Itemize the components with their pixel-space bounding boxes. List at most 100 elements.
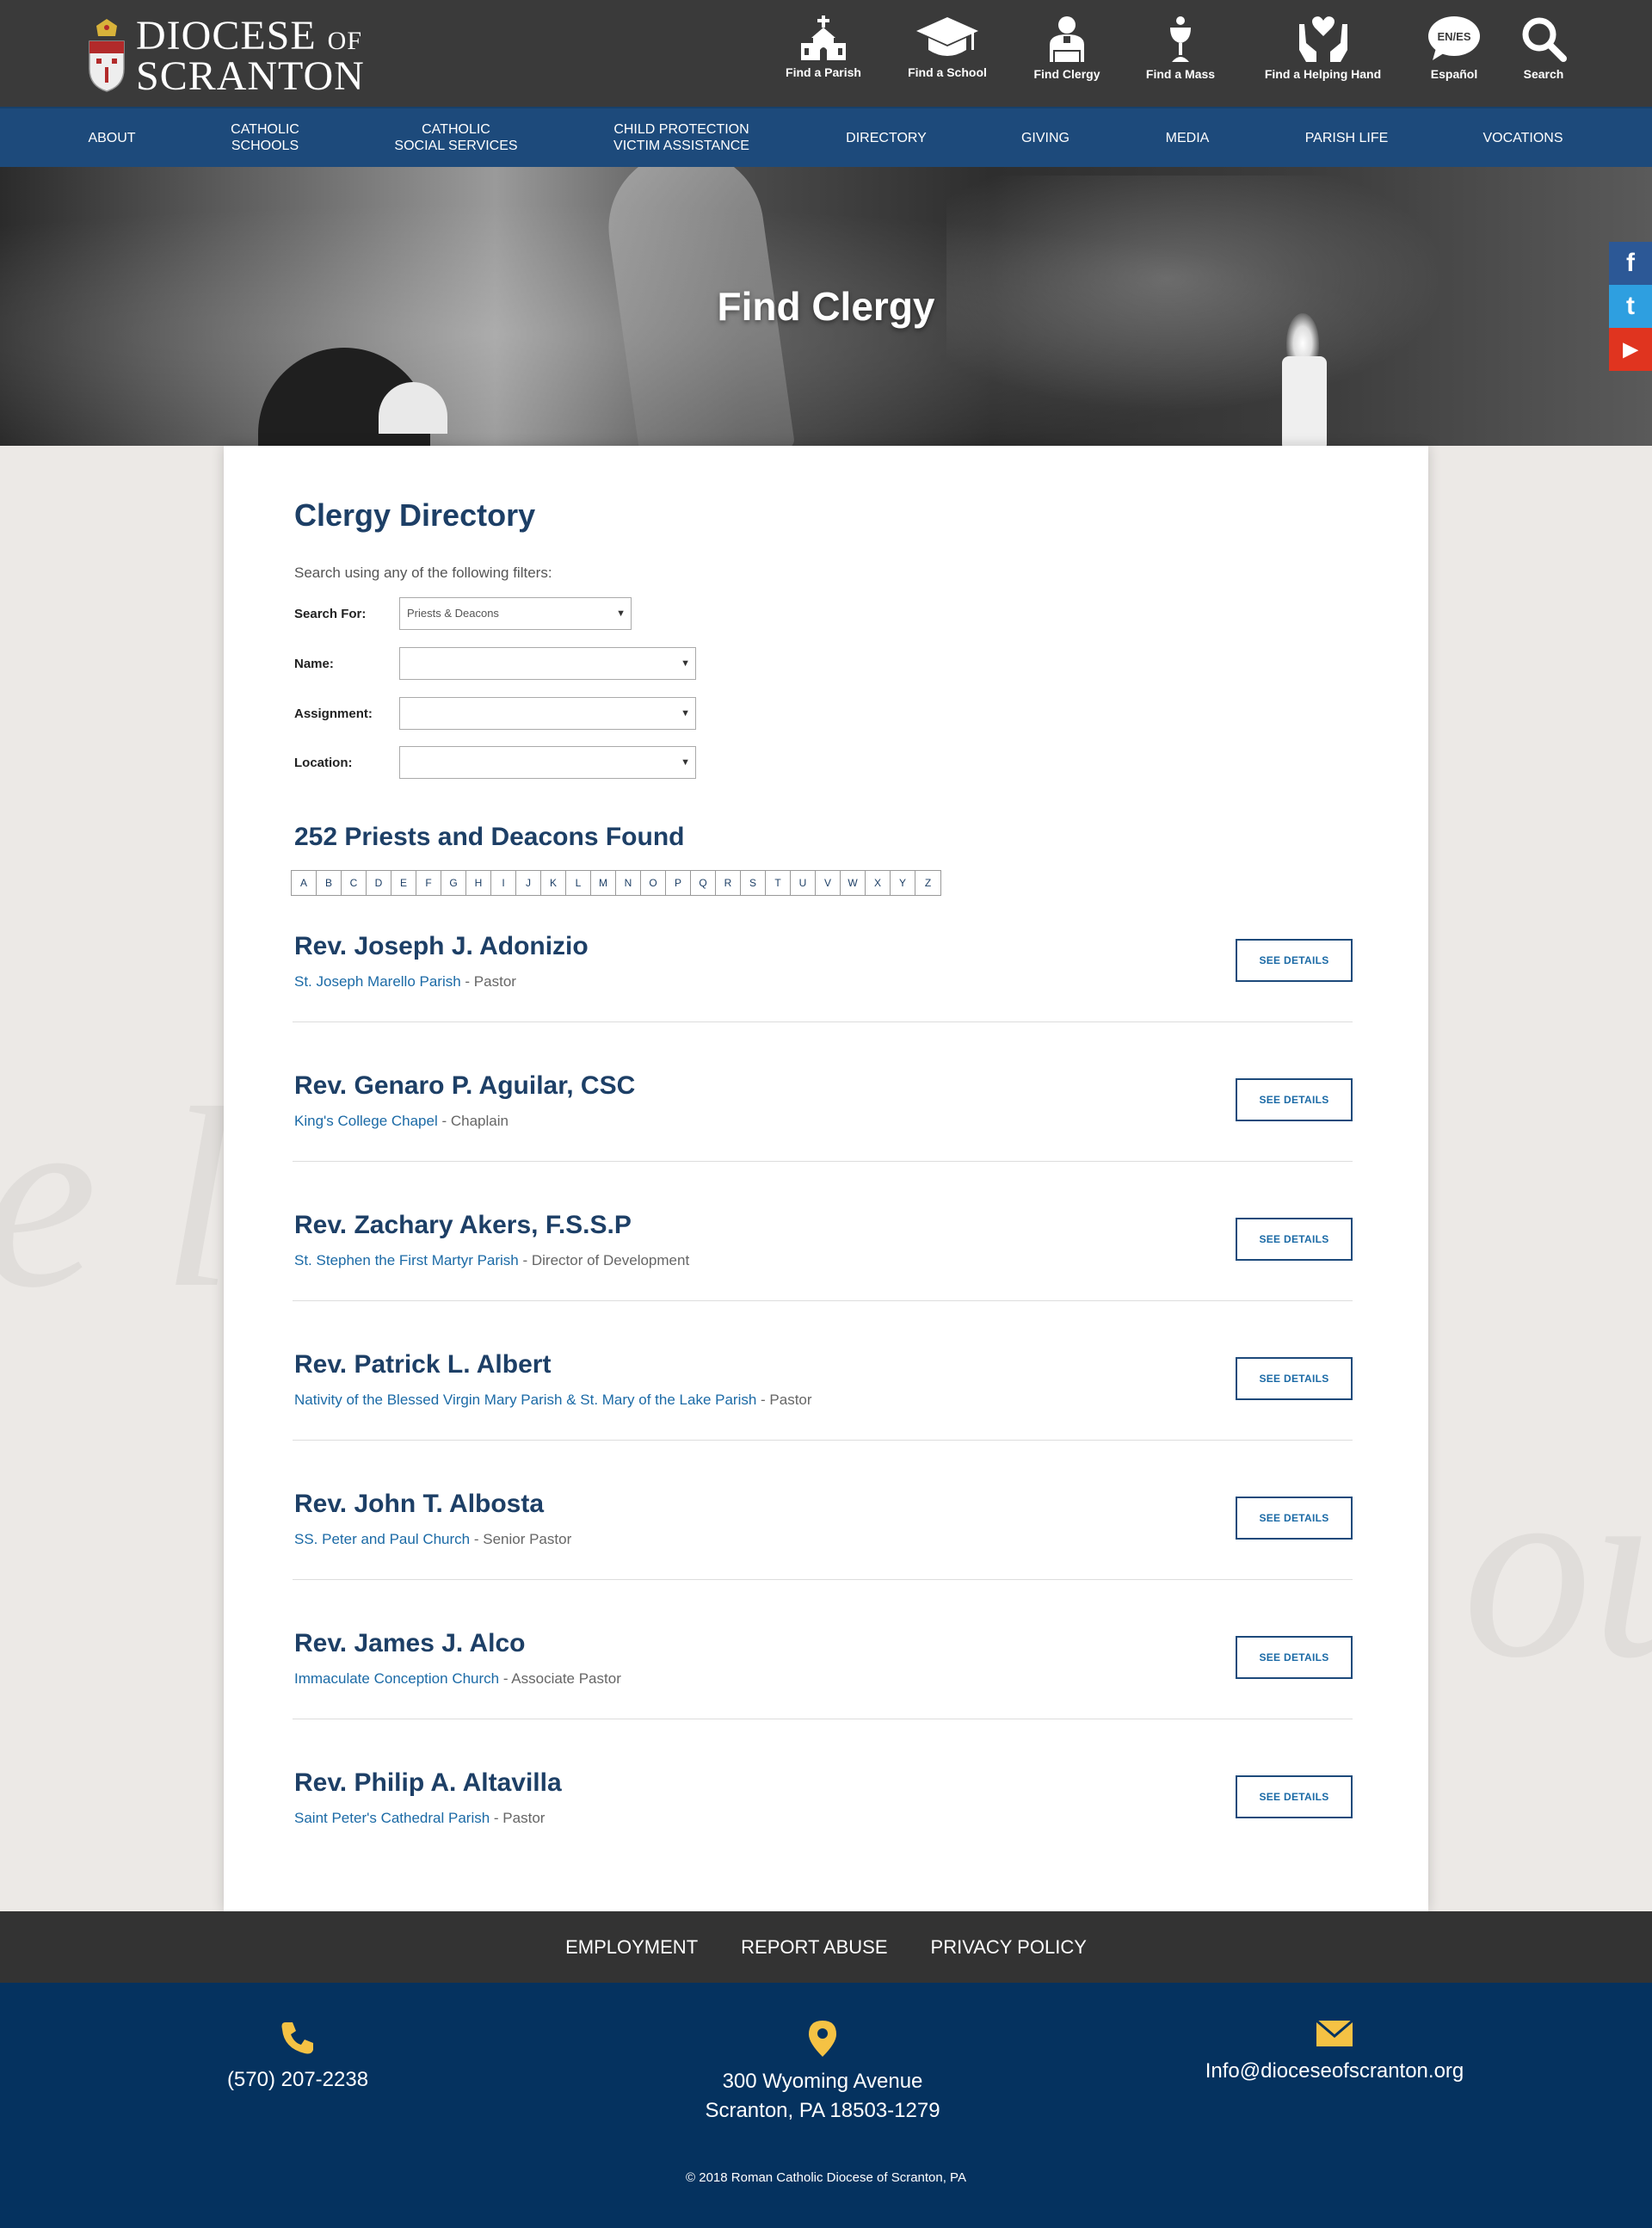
quick-nav-find-school[interactable]: Find a School xyxy=(896,15,999,79)
clergy-name: Rev. John T. Albosta xyxy=(294,1490,545,1518)
filter-label: Search For: xyxy=(294,606,367,621)
clergy-list-item: Rev. Joseph J. Adonizio St. Joseph Marel… xyxy=(293,932,1353,1071)
clergy-assignment-link[interactable]: St. Joseph Marello Parish xyxy=(294,973,461,990)
quick-nav-find-parish[interactable]: Find a Parish xyxy=(780,15,866,79)
footer-link-report-abuse[interactable]: REPORT ABUSE xyxy=(741,1936,887,1959)
nav-item-catholic-social-services[interactable]: CATHOLIC SOCIAL SERVICES xyxy=(370,108,542,167)
assignment-select[interactable]: ▼ xyxy=(399,697,696,730)
letter-v[interactable]: V xyxy=(816,871,841,895)
clergy-role: - Associate Pastor xyxy=(499,1670,621,1687)
footer-link-privacy-policy[interactable]: PRIVACY POLICY xyxy=(931,1936,1087,1959)
address-line2: Scranton, PA 18503-1279 xyxy=(705,2099,940,2122)
nav-item-parish-life[interactable]: PARISH LIFE xyxy=(1282,108,1411,167)
letter-k[interactable]: K xyxy=(541,871,566,895)
see-details-button[interactable]: SEE DETAILS xyxy=(1236,1497,1353,1540)
letter-o[interactable]: O xyxy=(641,871,666,895)
see-details-button[interactable]: SEE DETAILS xyxy=(1236,1218,1353,1261)
clergy-name: Rev. Joseph J. Adonizio xyxy=(294,932,589,960)
letter-u[interactable]: U xyxy=(791,871,816,895)
clergy-name: Rev. Zachary Akers, F.S.S.P xyxy=(294,1211,632,1239)
letter-c[interactable]: C xyxy=(342,871,367,895)
see-details-button[interactable]: SEE DETAILS xyxy=(1236,1775,1353,1818)
nav-item-directory[interactable]: DIRECTORY xyxy=(826,108,946,167)
nav-item-vocations[interactable]: VOCATIONS xyxy=(1463,108,1583,167)
clergy-list-item: Rev. John T. Albosta SS. Peter and Paul … xyxy=(293,1490,1353,1629)
footer-link-employment[interactable]: EMPLOYMENT xyxy=(565,1936,698,1959)
quick-nav-find-mass[interactable]: Find a Mass xyxy=(1137,15,1224,81)
clergy-name: Rev. Philip A. Altavilla xyxy=(294,1768,562,1797)
see-details-button[interactable]: SEE DETAILS xyxy=(1236,939,1353,982)
clergy-assignment-link[interactable]: Saint Peter's Cathedral Parish xyxy=(294,1810,490,1826)
letter-g[interactable]: G xyxy=(441,871,466,895)
letter-d[interactable]: D xyxy=(367,871,391,895)
letter-s[interactable]: S xyxy=(741,871,766,895)
footer-links: EMPLOYMENT REPORT ABUSE PRIVACY POLICY xyxy=(0,1911,1652,1983)
clergy-role: - Senior Pastor xyxy=(470,1531,572,1547)
chevron-down-icon: ▼ xyxy=(616,608,626,619)
name-select[interactable]: ▼ xyxy=(399,647,696,680)
phone-link[interactable]: (570) 207-2238 xyxy=(83,2065,513,2095)
divider xyxy=(293,1300,1353,1301)
quick-nav-label: Find a School xyxy=(908,65,987,79)
divider xyxy=(293,1579,1353,1580)
letter-e[interactable]: E xyxy=(391,871,416,895)
letter-j[interactable]: J xyxy=(516,871,541,895)
site-footer: (570) 207-2238 300 Wyoming Avenue Scrant… xyxy=(0,1983,1652,2228)
hero-banner: Find Clergy xyxy=(0,167,1652,446)
letter-p[interactable]: P xyxy=(666,871,691,895)
letter-y[interactable]: Y xyxy=(891,871,915,895)
quick-nav-find-helping-hand[interactable]: Find a Helping Hand xyxy=(1252,15,1394,81)
clergy-role: - Director of Development xyxy=(518,1252,690,1268)
nav-item-child-protection[interactable]: CHILD PROTECTION VICTIM ASSISTANCE xyxy=(587,108,776,167)
letter-w[interactable]: W xyxy=(841,871,866,895)
nav-item-giving[interactable]: GIVING xyxy=(1002,108,1088,167)
letter-x[interactable]: X xyxy=(866,871,891,895)
letter-r[interactable]: R xyxy=(716,871,741,895)
page-title: Find Clergy xyxy=(717,284,935,329)
see-details-button[interactable]: SEE DETAILS xyxy=(1236,1636,1353,1679)
clergy-list-item: Rev. Philip A. Altavilla Saint Peter's C… xyxy=(293,1768,1353,1908)
chevron-down-icon: ▼ xyxy=(681,757,690,768)
facebook-icon[interactable]: f xyxy=(1609,242,1652,285)
letter-f[interactable]: F xyxy=(416,871,441,895)
quick-nav-espanol[interactable]: EN/ES Español xyxy=(1420,15,1489,81)
letter-n[interactable]: N xyxy=(616,871,641,895)
letter-h[interactable]: H xyxy=(466,871,491,895)
nav-item-catholic-schools[interactable]: CATHOLIC SCHOOLS xyxy=(205,108,325,167)
footer-address: 300 Wyoming Avenue Scranton, PA 18503-12… xyxy=(607,2021,1038,2126)
letter-q[interactable]: Q xyxy=(691,871,716,895)
location-select[interactable]: ▼ xyxy=(399,746,696,779)
twitter-icon[interactable]: t xyxy=(1609,285,1652,328)
email-link[interactable]: Info@dioceseofscranton.org xyxy=(1119,2057,1550,2086)
clergy-assignment-link[interactable]: King's College Chapel xyxy=(294,1113,441,1129)
envelope-icon xyxy=(1316,2021,1353,2046)
quick-nav-label: Find a Parish xyxy=(786,65,861,79)
church-icon xyxy=(801,15,846,60)
see-details-button[interactable]: SEE DETAILS xyxy=(1236,1357,1353,1400)
quick-nav-search[interactable]: Search xyxy=(1509,15,1578,81)
clergy-assignment-link[interactable]: St. Stephen the First Martyr Parish xyxy=(294,1252,519,1268)
main-nav: ABOUT CATHOLIC SCHOOLS CATHOLIC SOCIAL S… xyxy=(0,107,1652,167)
filter-row-location: Location: ▼ xyxy=(294,746,696,779)
search-for-select[interactable]: Priests & Deacons ▼ xyxy=(399,597,632,630)
letter-t[interactable]: T xyxy=(766,871,791,895)
letter-m[interactable]: M xyxy=(591,871,616,895)
filter-row-search-for: Search For: Priests & Deacons ▼ xyxy=(294,597,632,630)
filter-row-name: Name: ▼ xyxy=(294,647,696,680)
letter-a[interactable]: A xyxy=(292,871,317,895)
nav-item-about[interactable]: ABOUT xyxy=(69,108,155,167)
letter-l[interactable]: L xyxy=(566,871,591,895)
youtube-icon[interactable]: ▶ xyxy=(1609,328,1652,371)
helping-hands-icon xyxy=(1298,16,1347,62)
divider xyxy=(293,1440,1353,1441)
footer-email: Info@dioceseofscranton.org xyxy=(1119,2021,1550,2086)
see-details-button[interactable]: SEE DETAILS xyxy=(1236,1078,1353,1121)
letter-b[interactable]: B xyxy=(317,871,342,895)
nav-item-media[interactable]: MEDIA xyxy=(1144,108,1230,167)
quick-nav-find-clergy[interactable]: Find Clergy xyxy=(1024,15,1110,81)
clergy-assignment-link[interactable]: Immaculate Conception Church xyxy=(294,1670,499,1687)
clergy-assignment-link[interactable]: Nativity of the Blessed Virgin Mary Pari… xyxy=(294,1392,756,1408)
letter-i[interactable]: I xyxy=(491,871,516,895)
letter-z[interactable]: Z xyxy=(915,871,940,895)
clergy-assignment-link[interactable]: SS. Peter and Paul Church xyxy=(294,1531,470,1547)
